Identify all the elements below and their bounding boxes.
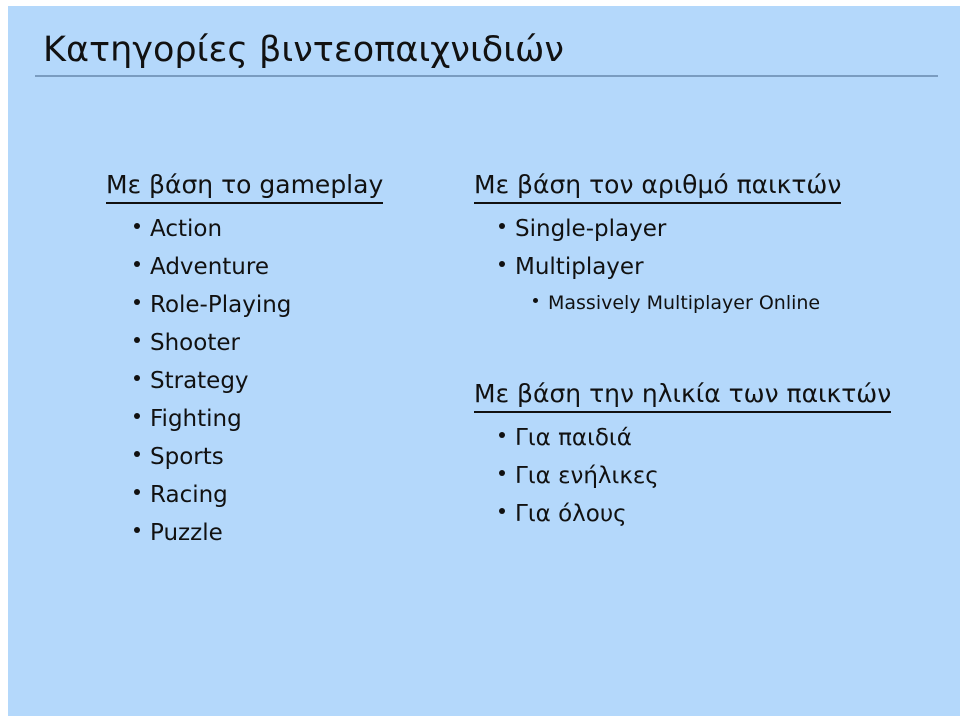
slide-title-block: Κατηγορίες βιντεοπαιχνιδιών [35,28,940,77]
list-item: Multiplayer [463,248,933,286]
list-item-label: Strategy [150,368,249,394]
list-item-label: Role-Playing [150,292,292,318]
section-gameplay: Με βάση το gameplay Action Adventure Rol… [98,169,458,552]
bullet-dot-icon [499,261,505,267]
bullet-dot-icon [134,413,140,419]
sub-list-item-label: Massively Multiplayer Online [548,292,821,314]
bullet-dot-icon [533,298,538,303]
list-item-label: Για ενήλικες [515,463,659,489]
bullet-dot-icon [499,223,505,229]
section-heading-player-count: Με βάση τον αριθμό παικτών [474,169,842,204]
list-item-label: Sports [150,444,224,470]
player-count-list: Single-player Multiplayer [463,210,933,286]
list-item-label: Multiplayer [515,254,644,280]
list-item: Sports [98,438,458,476]
bullet-dot-icon [134,337,140,343]
sub-list-item: Massively Multiplayer Online [463,286,933,320]
slide-canvas: Κατηγορίες βιντεοπαιχνιδιών Με βάση το g… [8,6,960,716]
age-rating-list: Για παιδιά Για ενήλικες Για όλους [463,419,933,533]
gameplay-list: Action Adventure Role-Playing Shooter St… [98,210,458,552]
list-item: Puzzle [98,514,458,552]
list-item: Για ενήλικες [463,457,933,495]
bullet-dot-icon [134,451,140,457]
player-count-sublist: Massively Multiplayer Online [463,286,933,320]
bullet-dot-icon [499,508,505,514]
list-item-label: Puzzle [150,520,223,546]
list-item-label: Fighting [150,406,242,432]
bullet-dot-icon [499,470,505,476]
list-item: Adventure [98,248,458,286]
title-divider [35,75,938,77]
list-item: Racing [98,476,458,514]
section-player-count: Με βάση τον αριθμό παικτών Single-player… [463,169,933,320]
list-item-label: Για όλους [515,501,627,527]
list-item: Action [98,210,458,248]
list-item-label: Για παιδιά [515,425,632,451]
section-age-rating: Με βάση την ηλικία των παικτών Για παιδι… [463,378,933,533]
bullet-dot-icon [134,299,140,305]
list-item: Fighting [98,400,458,438]
bullet-dot-icon [134,375,140,381]
bullet-dot-icon [134,261,140,267]
list-item-label: Single-player [515,216,667,242]
section-heading-age-rating: Με βάση την ηλικία των παικτών [474,378,892,413]
page-title: Κατηγορίες βιντεοπαιχνιδιών [43,30,564,70]
right-column: Με βάση τον αριθμό παικτών Single-player… [463,169,933,533]
list-item: Single-player [463,210,933,248]
bullet-dot-icon [499,432,505,438]
list-item-label: Shooter [150,330,240,356]
list-item: Για παιδιά [463,419,933,457]
list-item: Role-Playing [98,286,458,324]
bullet-dot-icon [134,489,140,495]
list-item: Για όλους [463,495,933,533]
left-column: Με βάση το gameplay Action Adventure Rol… [98,169,458,552]
bullet-dot-icon [134,223,140,229]
list-item-label: Adventure [150,254,269,280]
bullet-dot-icon [134,527,140,533]
list-item-label: Racing [150,482,228,508]
list-item: Shooter [98,324,458,362]
section-heading-gameplay: Με βάση το gameplay [106,169,384,204]
list-item: Strategy [98,362,458,400]
list-item-label: Action [150,216,223,242]
